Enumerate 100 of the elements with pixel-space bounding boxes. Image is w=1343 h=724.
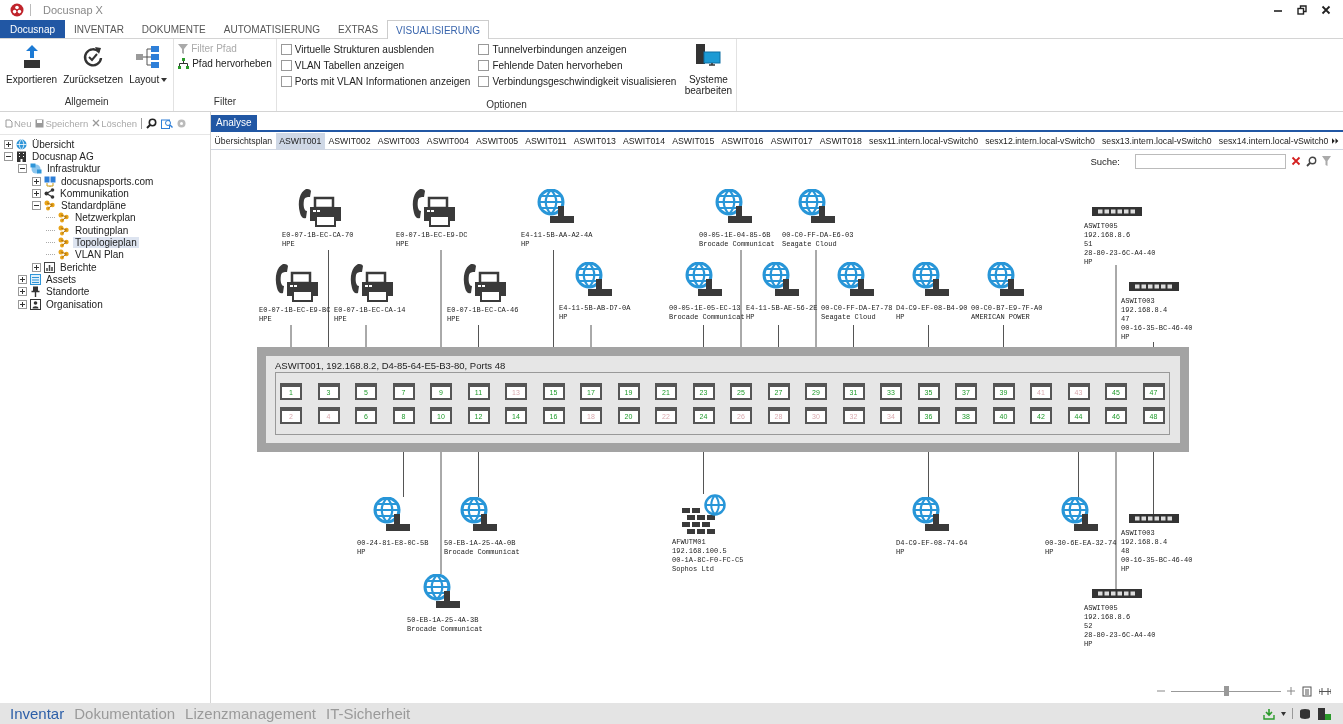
- restore-icon[interactable]: [1297, 5, 1307, 15]
- scroll-right-icon[interactable]: [1332, 137, 1339, 145]
- download-icon[interactable]: [1263, 707, 1275, 720]
- caret-icon[interactable]: [1281, 711, 1286, 716]
- option-checkbox[interactable]: Verbindungsgeschwindigkeit visualisieren: [478, 74, 677, 89]
- tree-item[interactable]: Standorte: [44, 286, 92, 298]
- module-tab[interactable]: Inventar: [8, 705, 67, 722]
- view-tab[interactable]: sesx12.intern.local-vSwitch0: [981, 133, 1099, 149]
- document-tab[interactable]: Analyse: [211, 115, 257, 130]
- ribbon-tab[interactable]: DOKUMENTE: [132, 20, 215, 38]
- edit-systems-button[interactable]: Systeme bearbeiten: [684, 42, 733, 98]
- module-tab[interactable]: Lizenzmanagement: [183, 705, 319, 722]
- close-icon[interactable]: [1321, 5, 1331, 15]
- tree-item[interactable]: Übersicht: [30, 138, 77, 150]
- tree-item[interactable]: Topologieplan: [73, 237, 139, 248]
- phone-printer-icon[interactable]: [410, 187, 456, 227]
- tree-item[interactable]: Standardpläne: [59, 200, 129, 212]
- ribbon-tab[interactable]: EXTRAS: [329, 20, 388, 38]
- tree-item[interactable]: Netzwerkplan: [73, 212, 138, 224]
- search-field[interactable]: [1135, 153, 1286, 169]
- group-label: Allgemein: [63, 95, 110, 109]
- tree-item[interactable]: VLAN Plan: [73, 249, 126, 261]
- fit-width-icon[interactable]: [1319, 685, 1331, 697]
- export-button[interactable]: Exportieren: [4, 42, 60, 95]
- search-icon[interactable]: [1306, 155, 1317, 167]
- ribbon-tab[interactable]: VISUALISIERUNG: [387, 20, 489, 39]
- option-checkbox[interactable]: Virtuelle Strukturen ausblenden: [280, 42, 471, 57]
- tree-item[interactable]: docusnapsports.com: [59, 175, 156, 187]
- switch-icon[interactable]: [1092, 589, 1142, 598]
- option-checkbox[interactable]: Ports mit VLAN Informationen anzeigen: [280, 74, 471, 89]
- new-icon: [4, 118, 13, 128]
- phone-printer-icon[interactable]: [273, 262, 319, 302]
- expand-icon[interactable]: [4, 139, 13, 149]
- layout-button[interactable]: Layout: [127, 42, 170, 95]
- view-tab[interactable]: ASWIT001: [275, 133, 325, 149]
- plan-icon: [58, 224, 70, 236]
- ribbon-tab[interactable]: AUTOMATISIERUNG: [214, 20, 330, 38]
- module-tab[interactable]: Dokumentation: [72, 705, 178, 722]
- expand-icon[interactable]: [32, 262, 41, 272]
- window-title: Docusnap X: [43, 4, 103, 16]
- option-checkbox[interactable]: Tunnelverbindungen anzeigen: [478, 42, 677, 57]
- delete-icon: [92, 119, 101, 127]
- expand-icon[interactable]: [18, 274, 27, 284]
- view-tab[interactable]: sesx11.intern.local-vSwitch0: [865, 133, 982, 149]
- tree-item[interactable]: Infrastruktur: [45, 163, 103, 175]
- view-tab[interactable]: ASWIT003: [374, 133, 424, 149]
- expand-icon[interactable]: [32, 176, 41, 186]
- phone-printer-icon[interactable]: [348, 262, 394, 302]
- tree-item[interactable]: Berichte: [58, 261, 99, 273]
- search-icon[interactable]: [146, 117, 158, 129]
- collapse-icon[interactable]: [18, 164, 27, 174]
- option-checkbox[interactable]: VLAN Tabellen anzeigen: [280, 58, 471, 73]
- server-icon[interactable]: [1317, 707, 1331, 720]
- switch-icon[interactable]: [1092, 207, 1142, 216]
- phone-printer-icon[interactable]: [461, 262, 507, 302]
- collapse-icon[interactable]: [4, 151, 13, 161]
- fit-page-icon[interactable]: [1301, 685, 1313, 697]
- view-tab[interactable]: ASWIT004: [423, 133, 473, 149]
- plan-icon: [58, 237, 70, 248]
- view-tab[interactable]: ASWIT011: [521, 133, 571, 149]
- reset-button[interactable]: Zurücksetzen: [61, 42, 126, 95]
- tree-item[interactable]: Docusnap AG: [30, 150, 96, 162]
- view-tab[interactable]: sesx13.intern.local-vSwitch0: [1098, 133, 1216, 149]
- firewall-icon[interactable]: [682, 494, 728, 534]
- view-tab[interactable]: ASWIT002: [324, 133, 375, 149]
- tree-item[interactable]: Kommunikation: [58, 187, 131, 199]
- organization-icon: [30, 298, 41, 310]
- hierarchy-icon: [178, 58, 190, 69]
- expand-icon[interactable]: [32, 188, 41, 198]
- expand-icon[interactable]: [18, 299, 27, 309]
- view-tab[interactable]: ASWIT018: [816, 133, 866, 149]
- database-icon[interactable]: [1299, 707, 1311, 720]
- view-tab[interactable]: ASWIT005: [472, 133, 522, 149]
- module-tab[interactable]: IT-Sicherheit: [324, 705, 413, 722]
- view-tab[interactable]: ASWIT014: [619, 133, 669, 149]
- expand-icon[interactable]: [18, 287, 27, 297]
- phone-printer-icon[interactable]: [296, 187, 342, 227]
- preview-icon[interactable]: [161, 117, 174, 129]
- tree-item[interactable]: Assets: [44, 273, 78, 285]
- building-icon: [16, 150, 27, 162]
- path-button[interactable]: Pfad hervorheben: [178, 58, 272, 69]
- tree-item[interactable]: Routingplan: [73, 224, 131, 236]
- ribbon-tab[interactable]: Docusnap: [0, 20, 66, 38]
- view-tab[interactable]: ASWIT015: [668, 133, 718, 149]
- share-icon: [44, 187, 55, 199]
- view-tab[interactable]: sesx14.intern.local-vSwitch0: [1215, 133, 1332, 149]
- clear-icon[interactable]: [1291, 156, 1301, 166]
- view-tab[interactable]: Übersichtsplan: [211, 133, 276, 149]
- app-logo-icon: [10, 3, 24, 17]
- switch-icon[interactable]: [1129, 282, 1179, 291]
- tree-item[interactable]: Organisation: [44, 298, 105, 310]
- option-checkbox[interactable]: Fehlende Daten hervorheben: [478, 58, 677, 73]
- view-tab[interactable]: ASWIT017: [767, 133, 817, 149]
- collapse-icon[interactable]: [32, 201, 41, 211]
- save-icon: [35, 118, 45, 128]
- view-tab[interactable]: ASWIT016: [717, 133, 768, 149]
- ribbon-tab[interactable]: INVENTAR: [65, 20, 133, 38]
- switch-icon[interactable]: [1129, 514, 1179, 523]
- view-tab[interactable]: ASWIT013: [570, 133, 620, 149]
- group-label: Optionen: [485, 98, 528, 112]
